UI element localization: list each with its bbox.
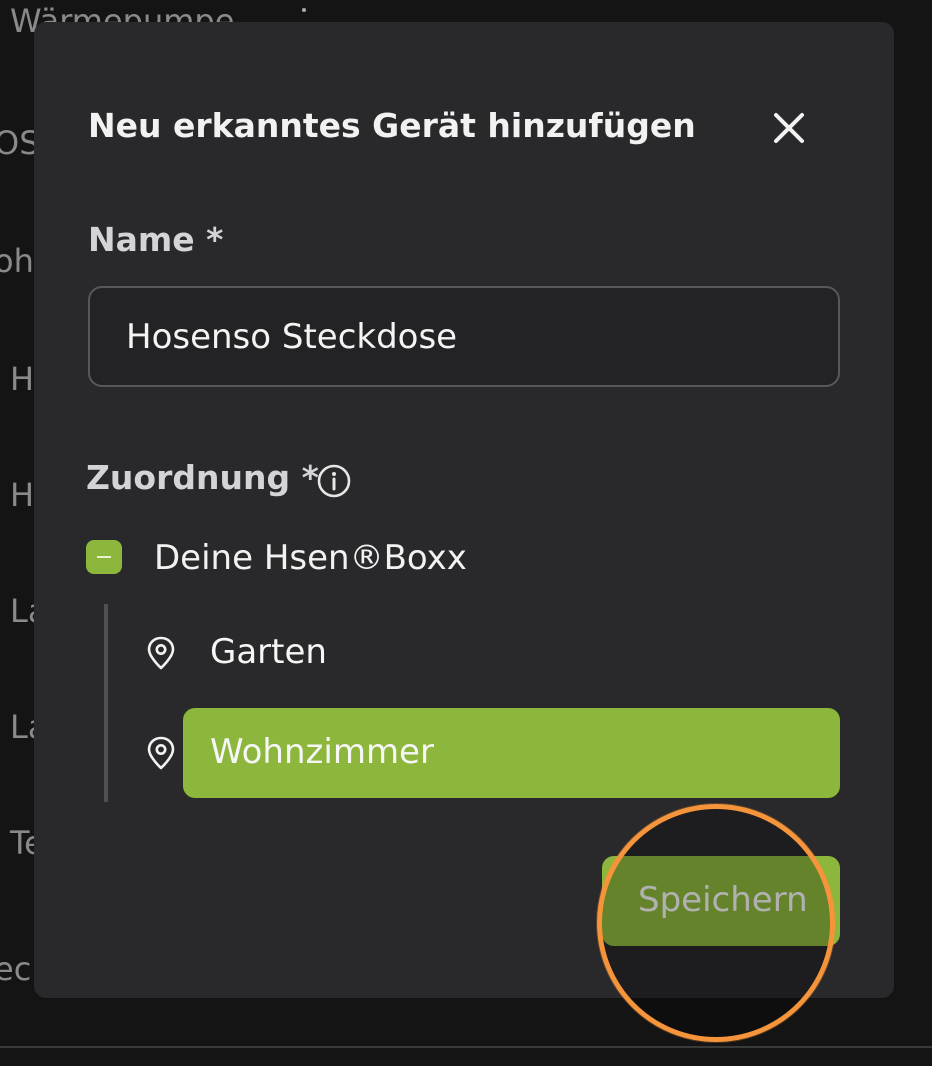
- room-item-box: Garten: [183, 608, 840, 698]
- click-highlight-ring: [597, 804, 835, 1042]
- room-item-box-selected: Wohnzimmer: [183, 708, 840, 798]
- location-pin-icon: [147, 636, 175, 670]
- indeterminate-checkbox[interactable]: [86, 540, 122, 574]
- tree-root-label: Deine Hsen®Boxx: [154, 538, 467, 578]
- background-text: H: [10, 476, 35, 514]
- background-text: ec: [0, 950, 32, 988]
- room-label: Wohnzimmer: [210, 732, 434, 772]
- close-button[interactable]: [769, 108, 809, 148]
- room-item-garten[interactable]: Garten: [146, 608, 840, 698]
- dialog-title: Neu erkanntes Gerät hinzufügen: [88, 106, 696, 145]
- name-label: Name *: [88, 220, 224, 259]
- background-divider: [0, 1046, 932, 1048]
- info-icon[interactable]: [316, 463, 352, 499]
- background-dot: [302, 8, 306, 12]
- background-text: H: [10, 360, 35, 398]
- close-icon: [774, 113, 804, 143]
- assignment-label: Zuordnung *: [86, 458, 319, 497]
- tree-root-hsenboxx[interactable]: Deine Hsen®Boxx: [86, 538, 586, 578]
- name-input[interactable]: [88, 286, 840, 387]
- tree-connector-line: [104, 604, 108, 802]
- room-label: Garten: [210, 632, 327, 672]
- location-pin-icon: [147, 736, 175, 770]
- room-item-wohnzimmer[interactable]: Wohnzimmer: [146, 708, 840, 798]
